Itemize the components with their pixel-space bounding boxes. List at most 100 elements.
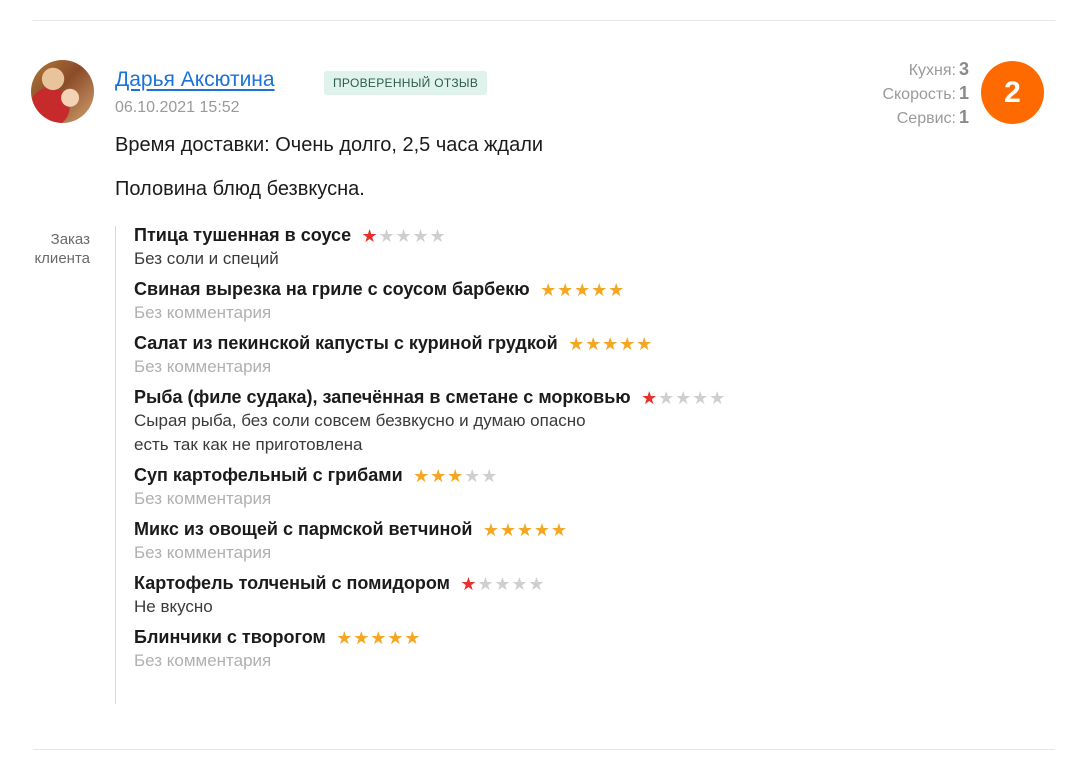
dish-rating-stars: ★ ★ ★ ★ ★ bbox=[568, 335, 653, 353]
star-empty-icon: ★ bbox=[395, 225, 412, 246]
dish-header: Рыба (филе судака), запечённая в сметане… bbox=[134, 386, 834, 409]
star-filled-icon: ★ bbox=[370, 627, 387, 648]
star-empty-icon: ★ bbox=[412, 225, 429, 246]
star-filled-icon: ★ bbox=[413, 465, 430, 486]
dish-name: Блинчики с творогом bbox=[134, 627, 326, 647]
dish-name: Суп картофельный с грибами bbox=[134, 465, 403, 485]
dish-comment: Без соли и специй bbox=[134, 249, 279, 268]
bottom-divider bbox=[33, 749, 1055, 750]
star-filled-icon: ★ bbox=[591, 279, 608, 300]
star-filled-icon: ★ bbox=[568, 333, 585, 354]
star-filled-icon: ★ bbox=[602, 333, 619, 354]
overall-score-badge: 2 bbox=[981, 61, 1044, 124]
star-filled-icon: ★ bbox=[557, 279, 574, 300]
top-divider bbox=[33, 20, 1055, 21]
star-empty-icon: ★ bbox=[481, 465, 498, 486]
metric-kitchen-label: Кухня: bbox=[908, 62, 956, 79]
star-filled-icon: ★ bbox=[353, 627, 370, 648]
dish-header: Картофель толченый с помидором ★ ★ ★ ★ ★ bbox=[134, 572, 834, 595]
dish-name: Птица тушенная в соусе bbox=[134, 225, 352, 245]
dish-item: Суп картофельный с грибами ★ ★ ★ ★ ★ Без комме… bbox=[134, 464, 834, 511]
star-filled-icon: ★ bbox=[585, 333, 602, 354]
dish-comment: Сырая рыба, без соли совсем безвкусно и … bbox=[134, 411, 586, 454]
dish-name: Рыба (филе судака), запечённая в сметане… bbox=[134, 387, 631, 407]
star-filled-icon: ★ bbox=[447, 465, 464, 486]
star-filled-icon: ★ bbox=[361, 225, 378, 246]
star-filled-icon: ★ bbox=[336, 627, 353, 648]
star-filled-icon: ★ bbox=[482, 519, 499, 540]
metric-service-label: Сервис: bbox=[896, 110, 956, 127]
star-filled-icon: ★ bbox=[636, 333, 653, 354]
star-filled-icon: ★ bbox=[460, 573, 477, 594]
dish-item: Свиная вырезка на гриле с соусом барбекю… bbox=[134, 278, 834, 325]
star-filled-icon: ★ bbox=[430, 465, 447, 486]
metric-speed-label: Скорость: bbox=[882, 86, 956, 103]
dish-name: Картофель толченый с помидором bbox=[134, 573, 450, 593]
metric-speed-value: 1 bbox=[958, 83, 969, 103]
dish-header: Салат из пекинской капусты с куриной гру… bbox=[134, 332, 834, 355]
metric-kitchen: Кухня: 3 bbox=[882, 58, 969, 82]
dish-rating-stars: ★ ★ ★ ★ ★ bbox=[336, 629, 421, 647]
review-text-body: Половина блюд безвкусна. bbox=[115, 178, 365, 200]
review-date: 06.10.2021 15:52 bbox=[115, 99, 240, 116]
dish-comment: Без комментария bbox=[134, 303, 272, 322]
dish-header: Микс из овощей с пармской ветчиной ★ ★ ★ ★ ★ bbox=[134, 518, 834, 541]
rating-metrics: Кухня: 3 Скорость: 1 Сервис: 1 bbox=[882, 58, 969, 130]
dish-item: Картофель толченый с помидором ★ ★ ★ ★ ★ Не вк… bbox=[134, 572, 834, 619]
dish-comment: Без комментария bbox=[134, 543, 272, 562]
dish-comment: Без комментария bbox=[134, 489, 272, 508]
dish-header: Свиная вырезка на гриле с соусом барбекю… bbox=[134, 278, 834, 301]
review-text-delivery: Время доставки: Очень долго, 2,5 часа жд… bbox=[115, 134, 544, 156]
star-filled-icon: ★ bbox=[540, 279, 557, 300]
star-filled-icon: ★ bbox=[387, 627, 404, 648]
dish-comment: Без комментария bbox=[134, 357, 272, 376]
verified-review-badge: ПРОВЕРЕННЫЙ ОТЗЫВ bbox=[324, 71, 488, 95]
star-empty-icon: ★ bbox=[464, 465, 481, 486]
dish-name: Микс из овощей с пармской ветчиной bbox=[134, 519, 473, 539]
dish-rating-stars: ★ ★ ★ ★ ★ bbox=[460, 575, 545, 593]
star-empty-icon: ★ bbox=[511, 573, 528, 594]
dish-header: Блинчики с творогом ★ ★ ★ ★ ★ bbox=[134, 626, 834, 649]
avatar[interactable] bbox=[31, 60, 94, 123]
dish-name: Свиная вырезка на гриле с соусом барбекю bbox=[134, 279, 530, 299]
dish-item: Салат из пекинской капусты с куриной гру… bbox=[134, 332, 834, 379]
order-label: Заказ клиента bbox=[20, 230, 90, 268]
dish-rating-stars: ★ ★ ★ ★ ★ bbox=[413, 467, 498, 485]
dish-header: Птица тушенная в соусе ★ ★ ★ ★ ★ bbox=[134, 224, 834, 247]
star-filled-icon: ★ bbox=[574, 279, 591, 300]
dish-item: Рыба (филе судака), запечённая в сметане… bbox=[134, 386, 834, 457]
metric-kitchen-value: 3 bbox=[958, 59, 969, 79]
metric-service-value: 1 bbox=[958, 107, 969, 127]
star-empty-icon: ★ bbox=[675, 387, 692, 408]
metric-speed: Скорость: 1 bbox=[882, 82, 969, 106]
dish-comment: Не вкусно bbox=[134, 597, 213, 616]
star-filled-icon: ★ bbox=[641, 387, 658, 408]
dish-rating-stars: ★ ★ ★ ★ ★ bbox=[482, 521, 567, 539]
star-filled-icon: ★ bbox=[516, 519, 533, 540]
dish-name: Салат из пекинской капусты с куриной гру… bbox=[134, 333, 558, 353]
order-divider-line bbox=[115, 226, 116, 704]
star-empty-icon: ★ bbox=[494, 573, 511, 594]
star-filled-icon: ★ bbox=[499, 519, 516, 540]
star-empty-icon: ★ bbox=[692, 387, 709, 408]
dish-header: Суп картофельный с грибами ★ ★ ★ ★ ★ bbox=[134, 464, 834, 487]
star-filled-icon: ★ bbox=[550, 519, 567, 540]
metric-service: Сервис: 1 bbox=[882, 106, 969, 130]
star-empty-icon: ★ bbox=[528, 573, 545, 594]
dish-rating-stars: ★ ★ ★ ★ ★ bbox=[540, 281, 625, 299]
dish-comment: Без комментария bbox=[134, 651, 272, 670]
order-label-line2: клиента bbox=[34, 250, 90, 267]
dish-item: Блинчики с творогом ★ ★ ★ ★ ★ Без комментария bbox=[134, 626, 834, 673]
star-empty-icon: ★ bbox=[477, 573, 494, 594]
author-name-link[interactable]: Дарья Аксютина bbox=[115, 68, 275, 92]
dish-rating-stars: ★ ★ ★ ★ ★ bbox=[641, 389, 726, 407]
star-empty-icon: ★ bbox=[709, 387, 726, 408]
star-filled-icon: ★ bbox=[533, 519, 550, 540]
star-empty-icon: ★ bbox=[658, 387, 675, 408]
dish-rating-stars: ★ ★ ★ ★ ★ bbox=[361, 227, 446, 245]
star-filled-icon: ★ bbox=[608, 279, 625, 300]
dish-item: Птица тушенная в соусе ★ ★ ★ ★ ★ Без соли и сп… bbox=[134, 224, 834, 271]
star-filled-icon: ★ bbox=[404, 627, 421, 648]
star-filled-icon: ★ bbox=[619, 333, 636, 354]
dish-list: Птица тушенная в соусе ★ ★ ★ ★ ★ Без соли и сп… bbox=[134, 224, 834, 680]
